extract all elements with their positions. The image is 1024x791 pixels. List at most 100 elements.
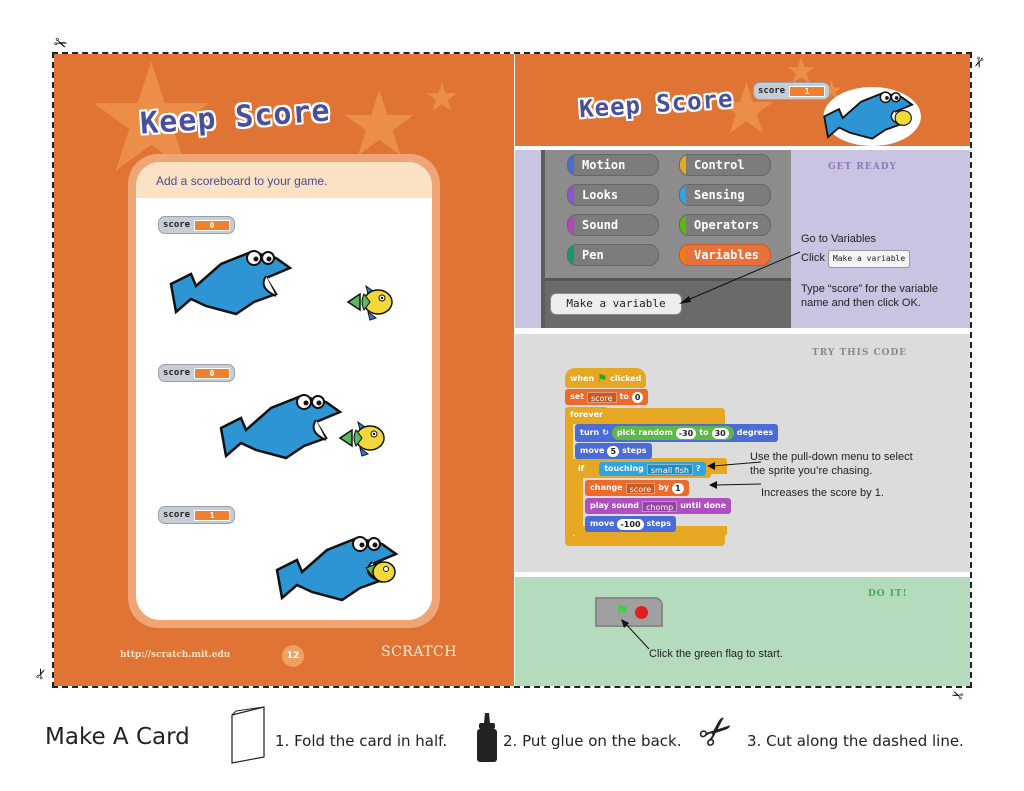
value-input[interactable]: -30 [675, 427, 697, 439]
block-text: turn [580, 428, 600, 437]
small-fish-sprite [346, 284, 393, 321]
when-flag-clicked-block[interactable]: when ⚑ clicked [565, 368, 647, 388]
category-label: Control [694, 158, 745, 172]
category-control[interactable]: Control [679, 154, 771, 176]
move-block[interactable]: move 5 steps [575, 443, 652, 459]
set-score-block[interactable]: set score to 0 [565, 389, 649, 405]
category-sound[interactable]: Sound [567, 214, 659, 236]
score-monitor: score 1 [158, 506, 236, 524]
annotation-increase-score: Increases the score by 1. [761, 487, 884, 499]
scissors-icon: ✂ [32, 665, 52, 683]
do-it-section: DO IT! ⚑ Click the green flag to start. [515, 577, 970, 686]
annotation-pull-down-menu: Use the pull-down menu to select the spr… [750, 451, 913, 477]
section-label-get-ready: GET READY [828, 162, 897, 172]
try-code-section: TRY THIS CODE when ⚑ clicked set score t… [515, 334, 970, 572]
sound-dropdown[interactable]: chomp [642, 500, 678, 512]
move-back-block[interactable]: move -100 steps [585, 516, 677, 532]
star-decoration: ★ [424, 75, 460, 121]
category-label: Sound [582, 218, 619, 232]
step-fold: 1. Fold the card in half. [275, 732, 448, 750]
section-label-try-code: TRY THIS CODE [812, 348, 908, 358]
step-glue: 2. Put glue on the back. [503, 732, 682, 750]
scoreboard-panel: Add a scoreboard to your game. score 0 s… [128, 154, 440, 628]
category-sensing[interactable]: Sensing [679, 184, 771, 206]
header-title: Keep Score [578, 84, 735, 124]
block-text: move [580, 446, 605, 455]
pick-random-block[interactable]: pick random -30 to 30 [611, 426, 734, 440]
block-text: steps [622, 446, 647, 455]
monitor-value: 0 [194, 219, 231, 231]
category-label: Operators [694, 218, 760, 232]
forever-block[interactable]: forever [565, 407, 608, 423]
section-label-do-it: DO IT! [868, 589, 908, 599]
value-input[interactable]: 5 [607, 445, 620, 457]
value-input[interactable]: 0 [631, 391, 644, 403]
step-cut: 3. Cut along the dashed line. [747, 732, 964, 750]
scissors-icon: ✂ [689, 703, 745, 761]
value-input[interactable]: 1 [672, 482, 684, 494]
change-score-block[interactable]: change score by 1 [585, 480, 689, 496]
score-monitor: score 0 [158, 364, 236, 382]
category-pen[interactable]: Pen [567, 244, 659, 266]
shark-sprite [169, 250, 293, 316]
green-flag-icon: ⚑ [597, 372, 608, 385]
block-text: set [570, 392, 585, 401]
monitor-value: 1 [194, 509, 231, 521]
pointer-arrow [621, 619, 650, 650]
shark-eating-fish-sprite [275, 536, 399, 602]
block-text: to [619, 392, 629, 401]
instruction-type-score: Type “score” for the variable name and t… [801, 283, 938, 309]
right-header: ★ ★ ★ Keep Score score 1 [515, 54, 970, 146]
sprite-dropdown[interactable]: small fish [646, 463, 693, 475]
value-input[interactable]: 30 [711, 427, 729, 439]
printable-card: ★ ★ ★ Keep Score Add a scoreboard to you… [52, 52, 972, 688]
category-operators[interactable]: Operators [679, 214, 771, 236]
category-label: Looks [582, 188, 619, 202]
touching-block[interactable]: touching small fish ? [599, 462, 706, 476]
shark-sprite [219, 394, 343, 460]
right-page: ★ ★ ★ Keep Score score 1 Motion Control [515, 54, 970, 686]
block-text: play sound [590, 501, 639, 510]
instruction-click-label: Click [801, 252, 825, 264]
monitor-label: score [163, 510, 191, 520]
pointer-arrow [679, 251, 801, 304]
turn-block[interactable]: turn ↻ pick random -30 to 30 degrees [575, 424, 779, 442]
variable-dropdown[interactable]: score [587, 391, 617, 403]
monitor-label: score [163, 220, 191, 230]
make-variable-reference: Make a variable [827, 250, 911, 268]
block-text: move [590, 519, 615, 528]
instructions-title: Make A Card [45, 724, 190, 750]
block-text: ? [696, 464, 701, 473]
play-sound-block[interactable]: play sound chomp until done [585, 498, 732, 514]
block-text: when [570, 374, 595, 383]
folded-card-icon [231, 706, 265, 764]
rotate-clockwise-icon: ↻ [602, 428, 609, 437]
block-text: steps [646, 519, 672, 528]
block-text: clicked [610, 374, 642, 383]
category-label: Pen [582, 248, 604, 262]
panel-subtitle: Add a scoreboard to your game. [136, 162, 432, 198]
block-text: degrees [736, 428, 774, 437]
instruction-click: Click Make a variable [801, 250, 911, 268]
monitor-value: 0 [194, 367, 231, 379]
website-link[interactable]: http://scratch.mit.edu [120, 650, 230, 660]
variable-dropdown[interactable]: score [625, 482, 656, 494]
block-text: forever [570, 410, 603, 419]
category-motion[interactable]: Motion [567, 154, 659, 176]
value-input[interactable]: -100 [617, 518, 644, 530]
monitor-label: score [163, 368, 191, 378]
block-text: change [590, 483, 623, 492]
make-variable-button[interactable]: Make a variable [550, 293, 682, 315]
instruction-go-to-variables: Go to Variables [801, 233, 877, 245]
get-ready-section: Motion Control Looks Sensing Sound Opera… [515, 150, 970, 328]
block-text: pick random [616, 428, 673, 437]
block-text: until done [680, 501, 727, 510]
category-looks[interactable]: Looks [567, 184, 659, 206]
if-block[interactable]: if touching small fish ? [573, 460, 711, 478]
monitor-label: score [758, 86, 786, 96]
shark-eating-fish-sprite [823, 86, 921, 146]
scratch-logo: SCRATCH [381, 644, 457, 660]
block-text: if [578, 464, 585, 473]
glue-bottle-icon [477, 713, 497, 762]
left-page: ★ ★ ★ Keep Score Add a scoreboard to you… [54, 54, 514, 686]
